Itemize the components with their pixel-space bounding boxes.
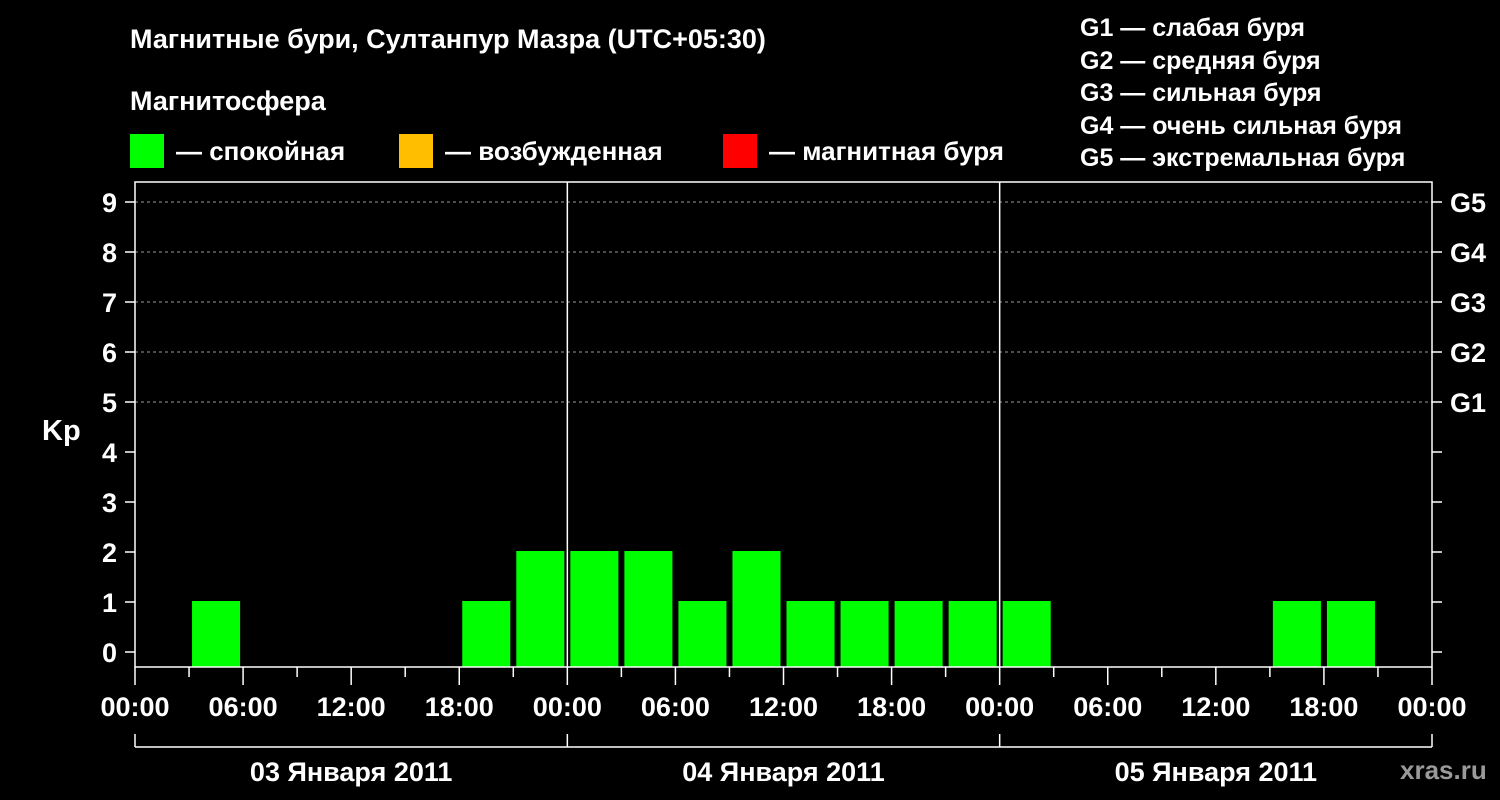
y-tick-label: 1 bbox=[102, 588, 117, 618]
y-tick-label: 7 bbox=[102, 288, 117, 318]
kp-bar bbox=[570, 551, 619, 667]
y-tick-label: 9 bbox=[102, 188, 117, 218]
y-tick-label: 8 bbox=[102, 238, 117, 268]
y-tick-label: 3 bbox=[102, 488, 117, 518]
y-tick-label: 0 bbox=[102, 638, 117, 668]
x-tick-label: 12:00 bbox=[317, 692, 386, 722]
y-tick-label: 6 bbox=[102, 338, 117, 368]
y-tick-label: 5 bbox=[102, 388, 117, 418]
kp-bar bbox=[516, 551, 565, 667]
kp-bar bbox=[1272, 601, 1321, 667]
y-tick-label: 2 bbox=[102, 538, 117, 568]
kp-bar bbox=[840, 601, 889, 667]
x-tick-label: 18:00 bbox=[857, 692, 926, 722]
kp-bar bbox=[894, 601, 943, 667]
day-label: 03 Января 2011 bbox=[250, 757, 452, 787]
x-tick-label: 06:00 bbox=[641, 692, 710, 722]
x-tick-label: 00:00 bbox=[1397, 692, 1466, 722]
x-tick-label: 06:00 bbox=[1073, 692, 1142, 722]
x-tick-label: 00:00 bbox=[100, 692, 169, 722]
x-tick-label: 06:00 bbox=[209, 692, 278, 722]
kp-bar bbox=[678, 601, 727, 667]
kp-bar bbox=[1326, 601, 1375, 667]
x-tick-label: 12:00 bbox=[749, 692, 818, 722]
kp-bar bbox=[948, 601, 997, 667]
kp-bar bbox=[462, 601, 511, 667]
g-tick-label: G4 bbox=[1450, 238, 1486, 268]
kp-bar bbox=[1002, 601, 1051, 667]
g-tick-label: G3 bbox=[1450, 288, 1486, 318]
brand-watermark: xras.ru bbox=[1400, 755, 1487, 785]
x-tick-label: 18:00 bbox=[1289, 692, 1358, 722]
kp-bar bbox=[624, 551, 673, 667]
x-tick-label: 18:00 bbox=[425, 692, 494, 722]
kp-bar bbox=[732, 551, 781, 667]
kp-bar bbox=[786, 601, 835, 667]
day-label: 04 Января 2011 bbox=[682, 757, 884, 787]
plot-frame bbox=[134, 181, 1433, 668]
day-label: 05 Января 2011 bbox=[1115, 757, 1317, 787]
x-tick-label: 12:00 bbox=[1181, 692, 1250, 722]
x-tick-label: 00:00 bbox=[965, 692, 1034, 722]
kp-bar bbox=[192, 601, 241, 667]
y-axis-label: Kp bbox=[42, 415, 81, 447]
x-tick-label: 00:00 bbox=[533, 692, 602, 722]
g-tick-label: G5 bbox=[1450, 188, 1486, 218]
y-tick-label: 4 bbox=[102, 438, 117, 468]
g-tick-label: G1 bbox=[1450, 388, 1486, 418]
kp-bar-chart: 0 1 2 3 4 5 6 7 8 9 G1 G2 G3 G4 G5 Kp 00:00 06:00 12:00 18:… bbox=[42, 181, 1486, 787]
g-tick-label: G2 bbox=[1450, 338, 1486, 368]
